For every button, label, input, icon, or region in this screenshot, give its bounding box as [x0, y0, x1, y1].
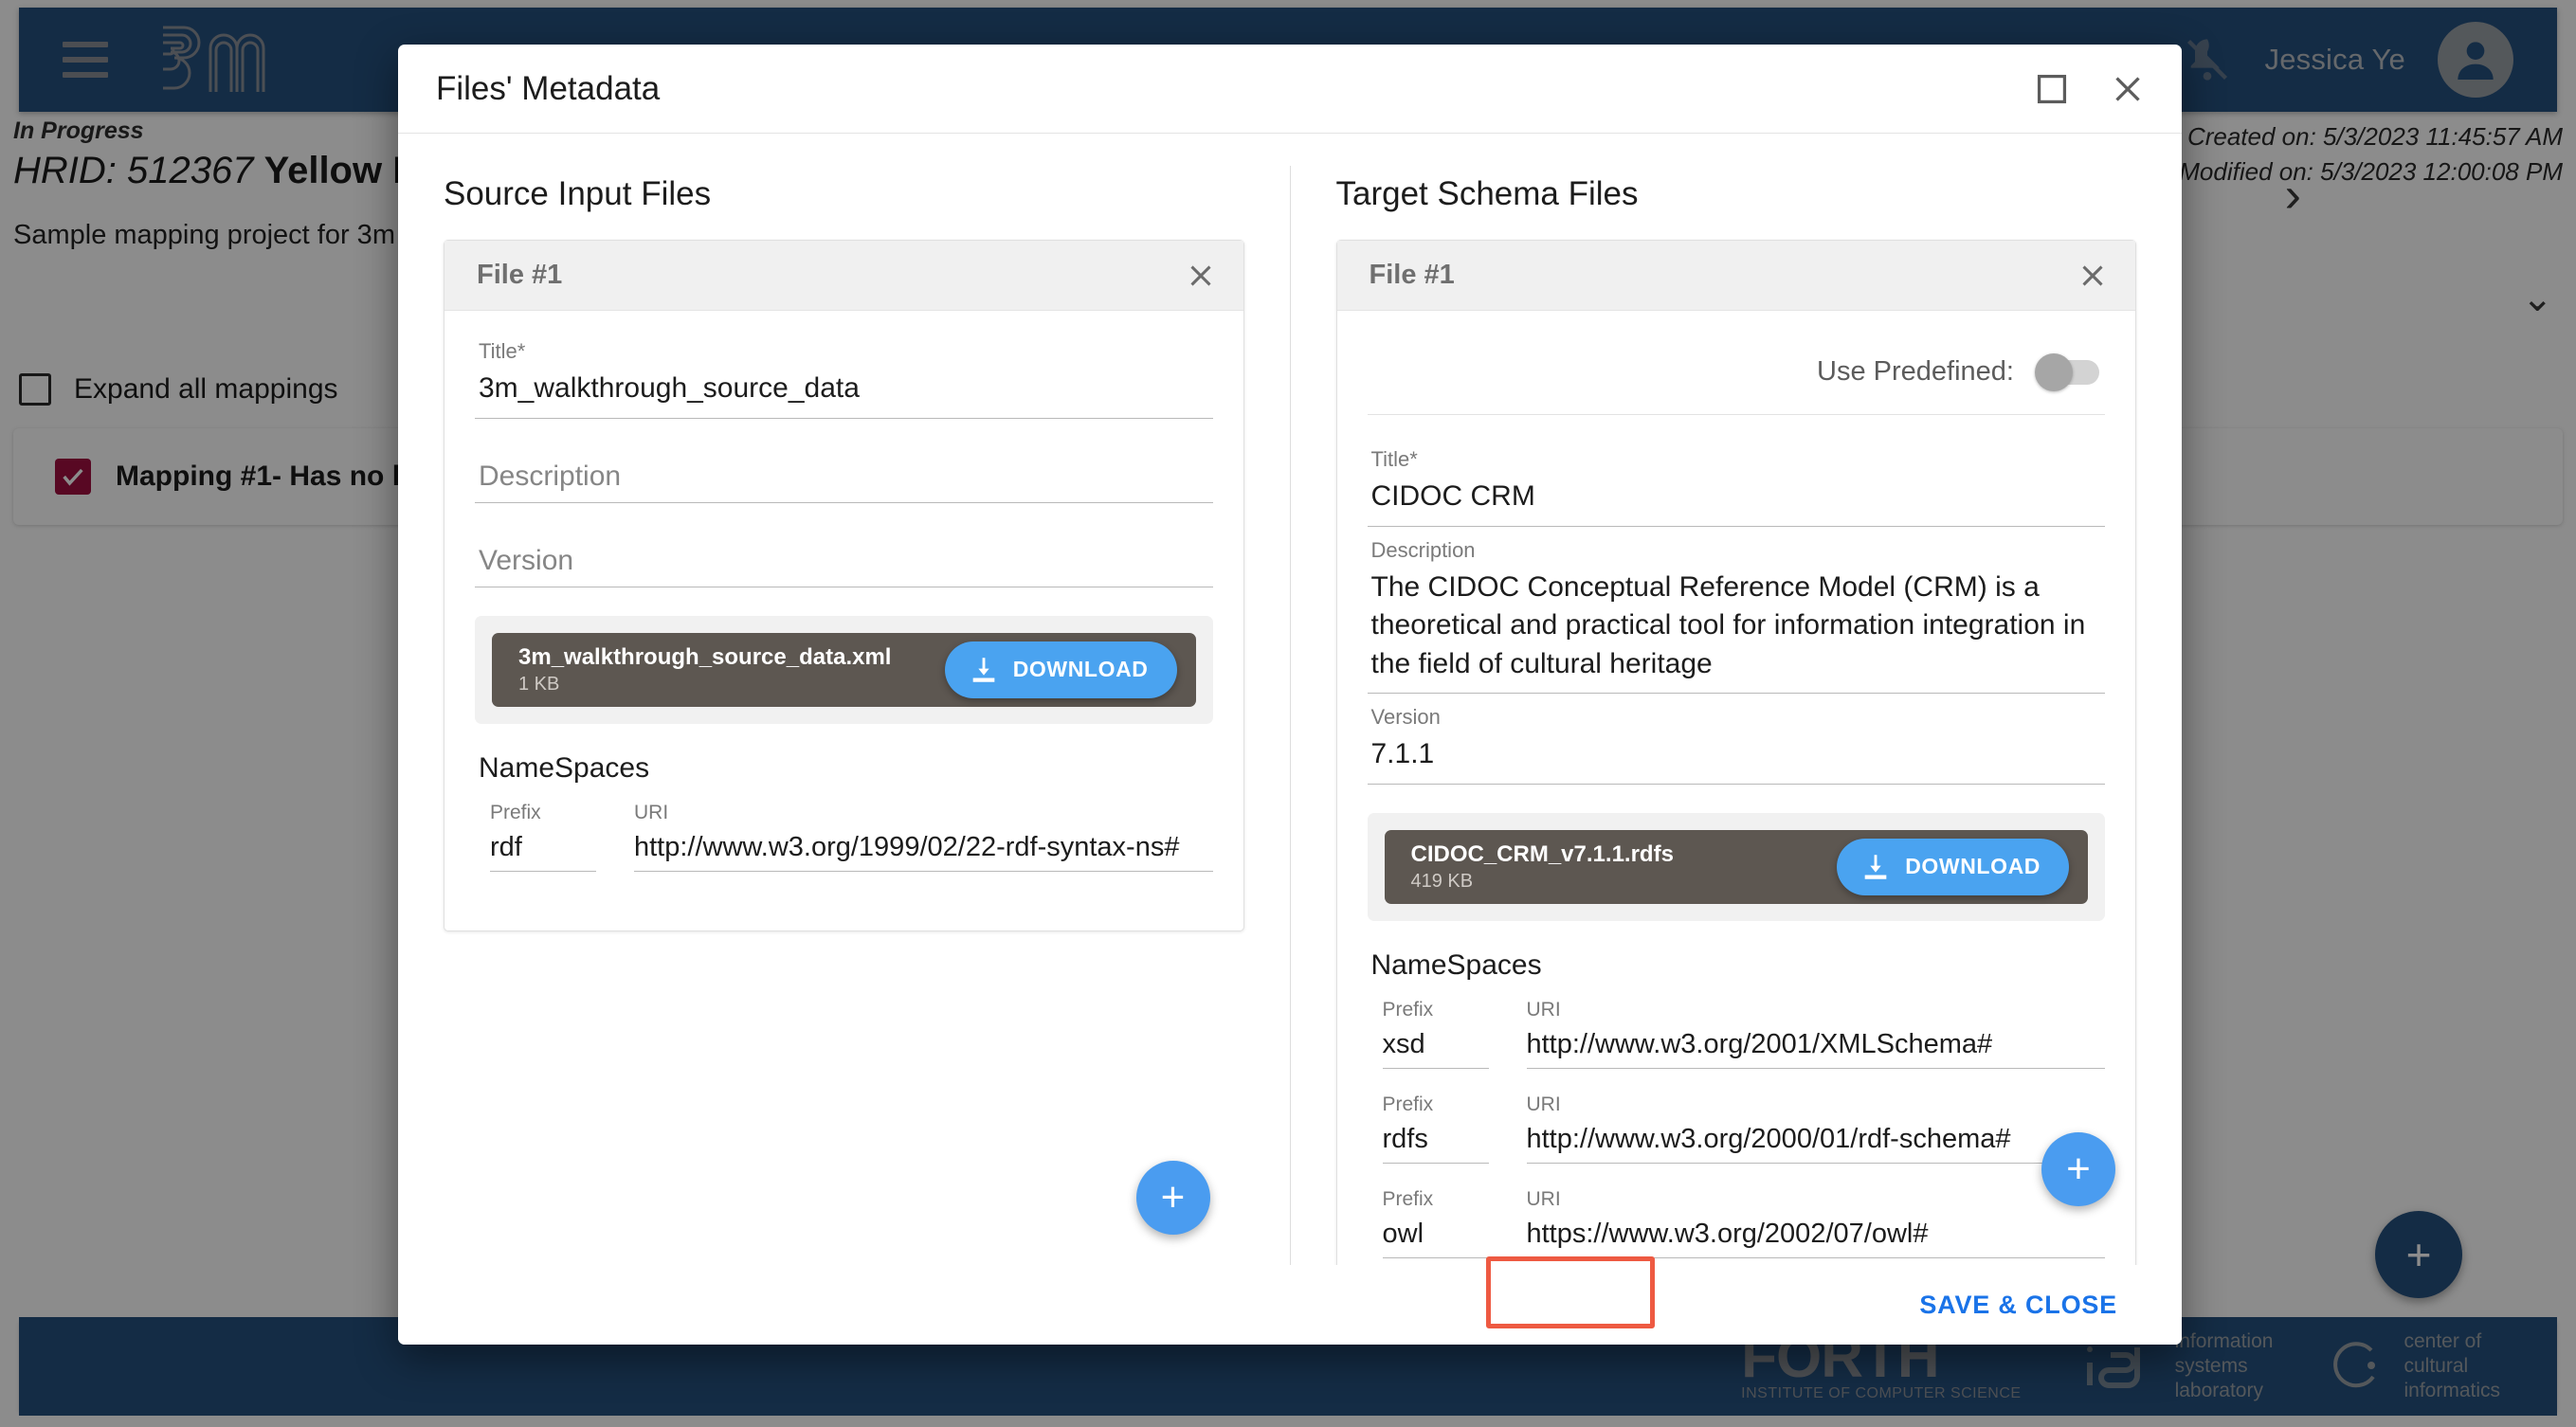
- source-add-file-fab[interactable]: +: [1136, 1161, 1210, 1235]
- target-description-value: The CIDOC Conceptual Reference Model (CR…: [1371, 569, 2102, 684]
- target-title-field[interactable]: Title* CIDOC CRM: [1368, 436, 2106, 527]
- target-namespace-row: Prefix rdfs URI http://www.w3.org/2000/0…: [1383, 1093, 2106, 1164]
- target-uri-label: URI: [1527, 1188, 2106, 1211]
- source-file-card-title: File #1: [477, 260, 562, 291]
- source-version-field[interactable]: Version: [475, 503, 1213, 587]
- source-uri-value: http://www.w3.org/1999/02/22-rdf-syntax-…: [634, 832, 1213, 872]
- source-prefix-label: Prefix: [490, 802, 596, 824]
- target-file-chip-wrapper: CIDOC_CRM_v7.1.1.rdfs 419 KB DOWNLOAD: [1368, 813, 2106, 921]
- target-prefix-value: owl: [1383, 1219, 1489, 1258]
- download-icon: [968, 654, 1000, 686]
- target-file-card-body: Use Predefined: Title* CIDOC CRM Descrip…: [1337, 311, 2136, 1265]
- source-download-label: DOWNLOAD: [1013, 657, 1149, 682]
- source-input-files-panel: Source Input Files File #1 Title* 3m_wal…: [398, 134, 1290, 1265]
- source-namespace-row: Prefix rdf URI http://www.w3.org/1999/02…: [490, 802, 1213, 872]
- source-namespace-uri-col[interactable]: URI http://www.w3.org/1999/02/22-rdf-syn…: [634, 802, 1213, 872]
- dialog-header: Files' Metadata: [398, 45, 2182, 134]
- target-namespace-prefix-col[interactable]: Prefix rdfs: [1383, 1093, 1489, 1164]
- target-title-required: *: [1409, 447, 1418, 471]
- source-download-button[interactable]: DOWNLOAD: [945, 641, 1177, 698]
- target-uri-value: http://www.w3.org/2000/01/rdf-schema#: [1527, 1124, 2106, 1164]
- source-file-card-body: Title* 3m_walkthrough_source_data Descri…: [444, 311, 1243, 930]
- target-namespaces-list: Prefix xsd URI http://www.w3.org/2001/XM…: [1368, 999, 2106, 1266]
- source-description-field[interactable]: Description: [475, 419, 1213, 503]
- source-file-card-header: File #1: [444, 241, 1243, 311]
- source-file-card: File #1 Title* 3m_walkthrough_source_dat…: [444, 240, 1244, 931]
- target-prefix-label: Prefix: [1383, 1188, 1489, 1211]
- target-version-field[interactable]: Version 7.1.1: [1368, 694, 2106, 785]
- target-namespace-prefix-col[interactable]: Prefix xsd: [1383, 999, 1489, 1069]
- source-title-field[interactable]: Title* 3m_walkthrough_source_data: [475, 328, 1213, 419]
- source-title-label-text: Title: [479, 339, 517, 363]
- target-description-field[interactable]: Description The CIDOC Conceptual Referen…: [1368, 527, 2106, 695]
- target-schema-files-panel: Target Schema Files File #1 Use Predefin…: [1291, 134, 2183, 1265]
- target-version-label: Version: [1371, 705, 2102, 730]
- target-description-label: Description: [1371, 538, 2102, 563]
- target-file-remove-icon[interactable]: [2075, 258, 2111, 294]
- use-predefined-row: Use Predefined:: [1368, 328, 2106, 415]
- target-title-value: CIDOC CRM: [1371, 478, 2102, 516]
- target-uri-label: URI: [1527, 1093, 2106, 1116]
- source-title-label: Title*: [479, 339, 1209, 364]
- source-namespace-prefix-col[interactable]: Prefix rdf: [490, 802, 596, 872]
- maximize-icon[interactable]: [2030, 67, 2074, 111]
- target-prefix-label: Prefix: [1383, 999, 1489, 1021]
- target-download-label: DOWNLOAD: [1905, 854, 2041, 879]
- target-title-label: Title*: [1371, 447, 2102, 472]
- target-download-button[interactable]: DOWNLOAD: [1837, 839, 2069, 895]
- target-namespaces-title: NameSpaces: [1371, 949, 2106, 982]
- source-title-value: 3m_walkthrough_source_data: [479, 370, 1209, 408]
- target-prefix-value: rdfs: [1383, 1124, 1489, 1164]
- dialog-title: Files' Metadata: [436, 70, 660, 108]
- source-prefix-value: rdf: [490, 832, 596, 872]
- target-namespace-uri-col[interactable]: URI http://www.w3.org/2000/01/rdf-schema…: [1527, 1093, 2106, 1164]
- files-metadata-dialog: Files' Metadata Source Input Files File …: [398, 45, 2182, 1345]
- dialog-body: Source Input Files File #1 Title* 3m_wal…: [398, 134, 2182, 1265]
- target-namespace-prefix-col[interactable]: Prefix owl: [1383, 1188, 1489, 1258]
- toggle-knob: [2035, 353, 2073, 391]
- source-description-placeholder: Description: [479, 440, 1209, 493]
- target-version-value: 7.1.1: [1371, 735, 2102, 774]
- source-file-chip-wrapper: 3m_walkthrough_source_data.xml 1 KB DOWN…: [475, 616, 1213, 724]
- target-uri-value: https://www.w3.org/2002/07/owl#: [1527, 1219, 2106, 1258]
- source-namespaces-list: Prefix rdf URI http://www.w3.org/1999/02…: [475, 802, 1213, 872]
- source-title-required: *: [517, 339, 526, 363]
- source-namespaces-title: NameSpaces: [479, 752, 1213, 785]
- target-panel-heading: Target Schema Files: [1336, 175, 2137, 213]
- target-namespace-row: Prefix owl URI https://www.w3.org/2002/0…: [1383, 1188, 2106, 1258]
- source-version-placeholder: Version: [479, 524, 1209, 577]
- download-icon: [1859, 851, 1892, 883]
- target-namespace-row: Prefix xsd URI http://www.w3.org/2001/XM…: [1383, 999, 2106, 1069]
- target-namespace-uri-col[interactable]: URI https://www.w3.org/2002/07/owl#: [1527, 1188, 2106, 1258]
- use-predefined-toggle[interactable]: [2039, 360, 2099, 385]
- target-title-label-text: Title: [1371, 447, 1410, 471]
- target-file-card-header: File #1: [1337, 241, 2136, 311]
- source-panel-heading: Source Input Files: [444, 175, 1244, 213]
- source-file-remove-icon[interactable]: [1183, 258, 1219, 294]
- target-file-card: File #1 Use Predefined: Title* CIDO: [1336, 240, 2137, 1265]
- close-icon[interactable]: [2106, 67, 2150, 111]
- use-predefined-label: Use Predefined:: [1817, 356, 2014, 388]
- save-and-close-button[interactable]: SAVE & CLOSE: [1904, 1279, 2132, 1331]
- target-add-file-fab[interactable]: +: [2041, 1132, 2115, 1206]
- target-prefix-value: xsd: [1383, 1029, 1489, 1069]
- target-file-card-title: File #1: [1370, 260, 1455, 291]
- source-uri-label: URI: [634, 802, 1213, 824]
- target-uri-label: URI: [1527, 999, 2106, 1021]
- dialog-footer: SAVE & CLOSE: [398, 1265, 2182, 1345]
- target-uri-value: http://www.w3.org/2001/XMLSchema#: [1527, 1029, 2106, 1069]
- target-prefix-label: Prefix: [1383, 1093, 1489, 1116]
- target-namespace-uri-col[interactable]: URI http://www.w3.org/2001/XMLSchema#: [1527, 999, 2106, 1069]
